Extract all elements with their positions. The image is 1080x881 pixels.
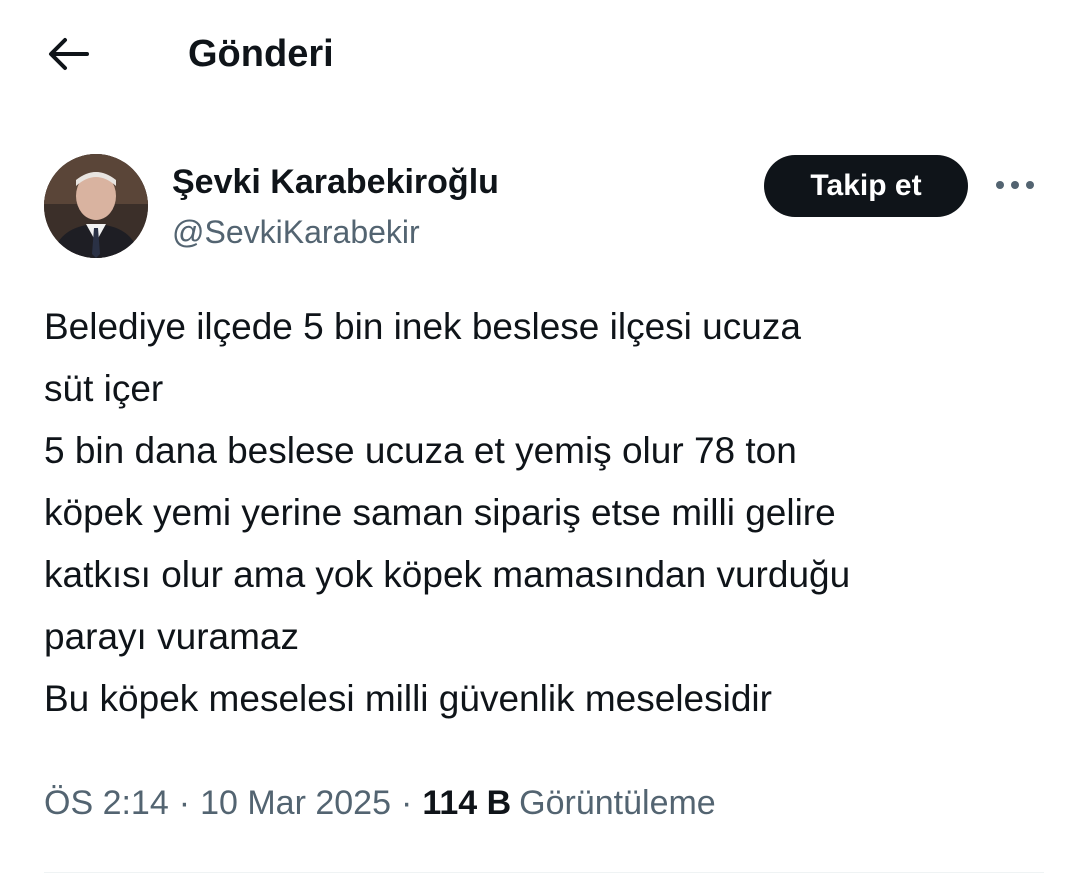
tweet-text-line: katkısı olur ama yok köpek mamasından vu…: [44, 554, 851, 595]
more-horizontal-icon: [996, 181, 1034, 189]
author-handle[interactable]: @SevkiKarabekir: [172, 210, 420, 254]
meta-separator: ·: [178, 784, 191, 822]
avatar-photo: [44, 154, 148, 258]
tweet-metadata: ÖS 2:14 · 10 Mar 2025 · 114 B Görüntüleme: [44, 778, 716, 828]
tweet-date[interactable]: 10 Mar 2025: [200, 784, 391, 822]
views-count: 114 B: [422, 784, 512, 822]
top-bar: Gönderi: [0, 0, 1080, 110]
author-display-name[interactable]: Şevki Karabekiroğlu: [172, 160, 499, 204]
views-label: Görüntüleme: [519, 784, 716, 822]
tweet-text-line: parayı vuramaz: [44, 616, 299, 657]
tweet-text-line: Bu köpek meselesi milli güvenlik meseles…: [44, 678, 772, 719]
tweet-text-line: köpek yemi yerine saman sipariş etse mil…: [44, 492, 836, 533]
follow-button[interactable]: Takip et: [764, 155, 968, 217]
tweet-author: Şevki Karabekiroğlu @SevkiKarabekir Taki…: [44, 150, 1044, 265]
meta-separator: ·: [400, 784, 413, 822]
tweet-text-line: 5 bin dana beslese ucuza et yemiş olur 7…: [44, 430, 797, 471]
back-button[interactable]: [44, 28, 92, 80]
avatar[interactable]: [44, 154, 148, 258]
tweet-text: Belediye ilçede 5 bin inek beslese ilçes…: [44, 296, 1044, 730]
arrow-left-icon: [49, 38, 89, 70]
page-title: Gönderi: [188, 33, 334, 75]
tweet-time[interactable]: ÖS 2:14: [44, 784, 169, 822]
tweet-text-line: Belediye ilçede 5 bin inek beslese ilçes…: [44, 306, 801, 347]
divider: [44, 872, 1044, 873]
tweet-text-line: süt içer: [44, 368, 164, 409]
more-options-button[interactable]: [990, 160, 1040, 210]
